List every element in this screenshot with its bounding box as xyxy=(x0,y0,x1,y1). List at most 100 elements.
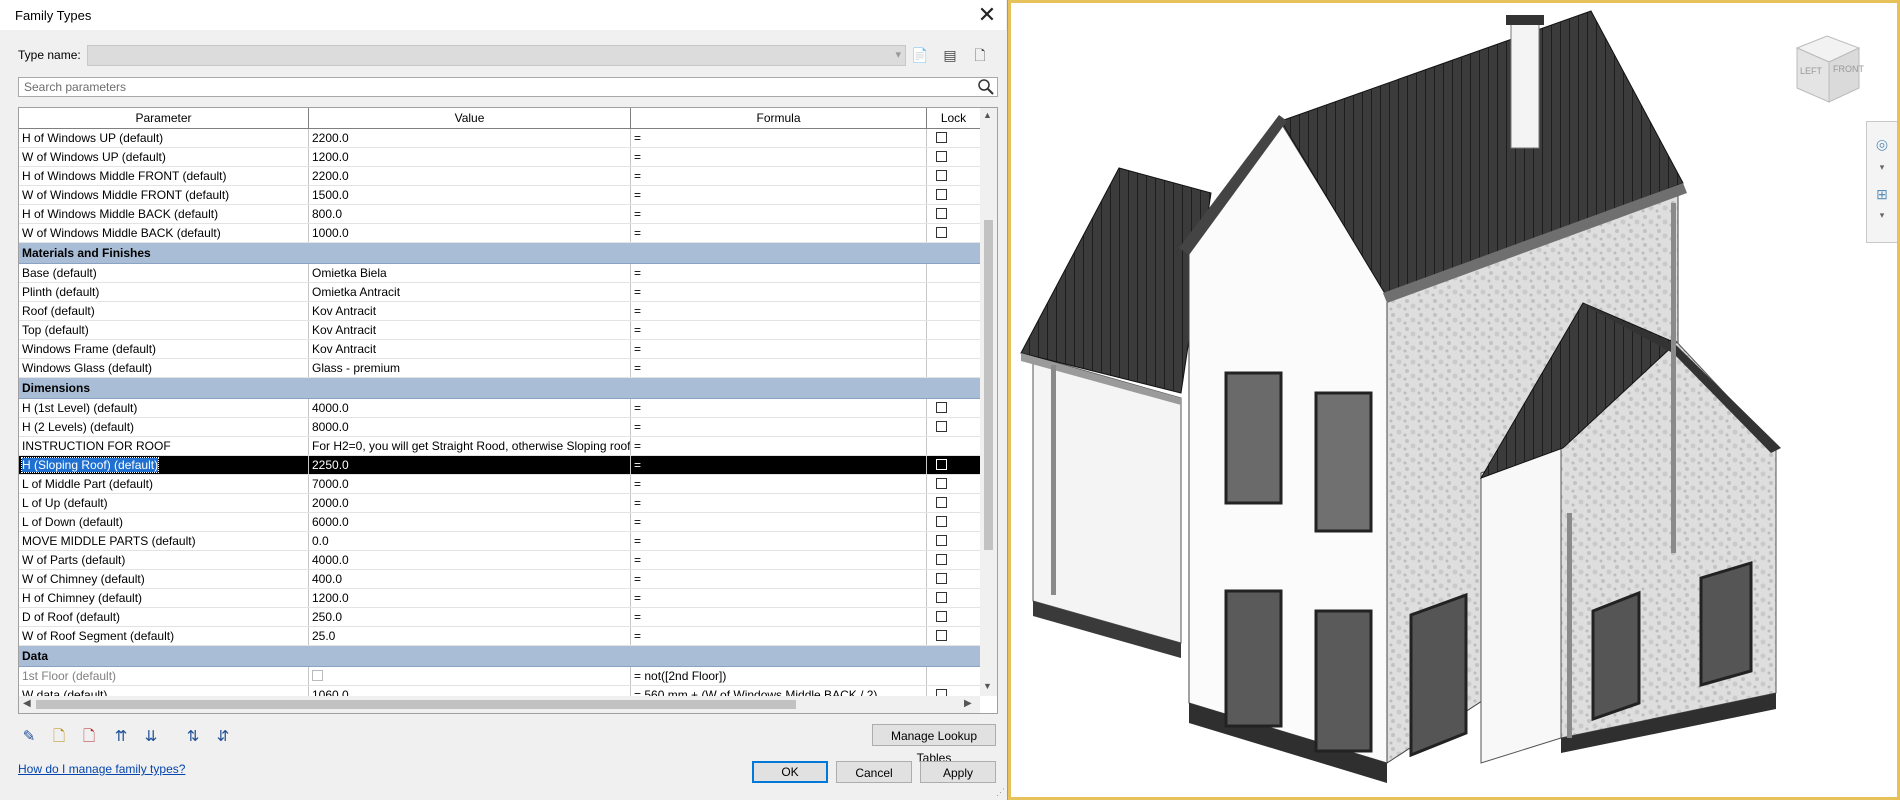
formula-cell[interactable]: = xyxy=(631,399,927,417)
column-header-lock[interactable]: Lock xyxy=(927,108,980,128)
lock-checkbox[interactable] xyxy=(936,592,947,603)
formula-cell[interactable]: = xyxy=(631,513,927,531)
table-row[interactable]: W of Windows Middle FRONT (default) 1500.… xyxy=(19,186,980,205)
parameter-name-cell[interactable]: Plinth (default) xyxy=(19,283,309,301)
parameter-name-cell[interactable]: Windows Glass (default) xyxy=(19,359,309,377)
value-cell[interactable]: 250.0 xyxy=(309,608,631,626)
formula-cell[interactable]: = xyxy=(631,475,927,493)
value-cell[interactable]: 4000.0 xyxy=(309,551,631,569)
value-cell[interactable]: 25.0 xyxy=(309,627,631,645)
parameter-name-cell[interactable]: H of Windows Middle FRONT (default) xyxy=(19,167,309,185)
delete-type-icon[interactable]: 🗋 xyxy=(970,45,990,65)
column-header-formula[interactable]: Formula xyxy=(631,108,927,128)
parameter-name-cell[interactable]: W of Windows Middle BACK (default) xyxy=(19,224,309,242)
formula-cell[interactable]: = xyxy=(631,589,927,607)
value-cell[interactable]: Kov Antracit xyxy=(309,340,631,358)
apply-button[interactable]: Apply xyxy=(920,761,996,783)
table-row[interactable]: H of Windows Middle BACK (default) 800.0 = xyxy=(19,205,980,224)
value-cell[interactable]: For H2=0, you will get Straight Rood, ot… xyxy=(309,437,631,455)
parameter-name-cell[interactable]: H (1st Level) (default) xyxy=(19,399,309,417)
formula-cell[interactable]: = xyxy=(631,359,927,377)
lock-checkbox[interactable] xyxy=(936,573,947,584)
formula-cell[interactable]: = xyxy=(631,418,927,436)
table-row[interactable]: D of Roof (default) 250.0 = xyxy=(19,608,980,627)
lock-checkbox[interactable] xyxy=(936,554,947,565)
table-row[interactable]: INSTRUCTION FOR ROOF For H2=0, you will g… xyxy=(19,437,980,456)
scroll-down-icon[interactable]: ▼ xyxy=(983,681,992,691)
formula-cell[interactable]: = xyxy=(631,321,927,339)
lock-checkbox[interactable] xyxy=(936,516,947,527)
table-row[interactable]: H of Chimney (default) 1200.0 = xyxy=(19,589,980,608)
parameter-group-header[interactable]: Materials and Finishes xyxy=(19,243,980,264)
parameter-name-cell[interactable]: W of Windows Middle FRONT (default) xyxy=(19,186,309,204)
formula-cell[interactable]: = xyxy=(631,551,927,569)
table-row[interactable]: W of Chimney (default) 400.0 = xyxy=(19,570,980,589)
lock-checkbox[interactable] xyxy=(936,535,947,546)
steering-wheel-icon[interactable]: ◎ xyxy=(1872,136,1892,156)
parameter-name-cell[interactable]: H (Sloping Roof) (default) xyxy=(19,456,309,474)
column-header-value[interactable]: Value xyxy=(309,108,631,128)
table-row[interactable]: Windows Glass (default) Glass - premium = xyxy=(19,359,980,378)
value-cell[interactable]: 1200.0 xyxy=(309,148,631,166)
value-cell[interactable]: 800.0 xyxy=(309,205,631,223)
value-cell[interactable]: 2200.0 xyxy=(309,167,631,185)
formula-cell[interactable]: = xyxy=(631,148,927,166)
formula-cell[interactable]: = xyxy=(631,264,927,282)
formula-cell[interactable]: = xyxy=(631,283,927,301)
3d-viewport[interactable]: LEFT FRONT ◎ ▾ ⊞ ▾ xyxy=(1008,0,1900,800)
value-cell[interactable]: 2250.0 xyxy=(309,456,631,474)
new-parameter-icon[interactable]: 🗋 xyxy=(48,726,70,748)
table-row[interactable]: H (1st Level) (default) 4000.0 = xyxy=(19,399,980,418)
table-row[interactable]: Roof (default) Kov Antracit = xyxy=(19,302,980,321)
value-cell[interactable]: 2000.0 xyxy=(309,494,631,512)
horizontal-scroll-thumb[interactable] xyxy=(36,700,796,709)
parameter-name-cell[interactable]: Top (default) xyxy=(19,321,309,339)
formula-cell[interactable]: = xyxy=(631,437,927,455)
search-input[interactable]: Search parameters xyxy=(18,77,998,97)
help-link[interactable]: How do I manage family types? xyxy=(18,762,185,776)
vertical-scroll-thumb[interactable] xyxy=(984,220,993,550)
formula-cell[interactable]: = xyxy=(631,167,927,185)
sort-descending-icon[interactable]: ⇵ xyxy=(212,726,234,748)
formula-cell[interactable]: = xyxy=(631,340,927,358)
lock-checkbox[interactable] xyxy=(936,151,947,162)
lock-checkbox[interactable] xyxy=(936,611,947,622)
parameter-name-cell[interactable]: H (2 Levels) (default) xyxy=(19,418,309,436)
rename-type-icon[interactable]: ▤ xyxy=(940,45,960,65)
parameter-name-cell[interactable]: W of Chimney (default) xyxy=(19,570,309,588)
value-cell[interactable]: 6000.0 xyxy=(309,513,631,531)
horizontal-scrollbar[interactable]: ◀ ▶ xyxy=(19,696,980,713)
table-row[interactable]: W of Parts (default) 4000.0 = xyxy=(19,551,980,570)
parameter-name-cell[interactable]: 1st Floor (default) xyxy=(19,667,309,685)
parameter-group-header[interactable]: Dimensions xyxy=(19,378,980,399)
cancel-button[interactable]: Cancel xyxy=(836,761,912,783)
parameter-name-cell[interactable]: L of Up (default) xyxy=(19,494,309,512)
table-row-selected[interactable]: H (Sloping Roof) (default) 2250.0 = xyxy=(19,456,980,475)
scroll-right-icon[interactable]: ▶ xyxy=(964,698,972,709)
lock-checkbox[interactable] xyxy=(936,227,947,238)
value-checkbox[interactable] xyxy=(312,670,323,681)
value-cell[interactable]: 400.0 xyxy=(309,570,631,588)
edit-parameter-icon[interactable]: ✎ xyxy=(18,726,40,748)
lock-checkbox[interactable] xyxy=(936,402,947,413)
lock-checkbox[interactable] xyxy=(936,170,947,181)
lock-checkbox[interactable] xyxy=(936,421,947,432)
parameter-name-cell[interactable]: INSTRUCTION FOR ROOF xyxy=(19,437,309,455)
parameter-group-header[interactable]: Data xyxy=(19,646,980,667)
table-row[interactable]: Top (default) Kov Antracit = xyxy=(19,321,980,340)
value-cell[interactable]: Kov Antracit xyxy=(309,321,631,339)
formula-cell[interactable]: = xyxy=(631,456,927,474)
search-icon[interactable] xyxy=(977,77,995,95)
type-name-dropdown[interactable]: ▾ xyxy=(87,45,906,66)
value-cell[interactable]: Omietka Antracit xyxy=(309,283,631,301)
parameter-name-cell[interactable]: W of Roof Segment (default) xyxy=(19,627,309,645)
table-row[interactable]: L of Middle Part (default) 7000.0 = xyxy=(19,475,980,494)
parameter-name-cell[interactable]: H of Chimney (default) xyxy=(19,589,309,607)
zoom-region-icon[interactable]: ⊞ xyxy=(1872,186,1892,206)
vertical-scrollbar[interactable]: ▲ ▼ xyxy=(980,108,997,696)
parameter-name-cell[interactable]: W of Windows UP (default) xyxy=(19,148,309,166)
table-row[interactable]: Plinth (default) Omietka Antracit = xyxy=(19,283,980,302)
parameter-name-cell[interactable]: H of Windows Middle BACK (default) xyxy=(19,205,309,223)
manage-lookup-tables-button[interactable]: Manage Lookup Tables xyxy=(872,724,996,765)
formula-cell[interactable]: = xyxy=(631,627,927,645)
